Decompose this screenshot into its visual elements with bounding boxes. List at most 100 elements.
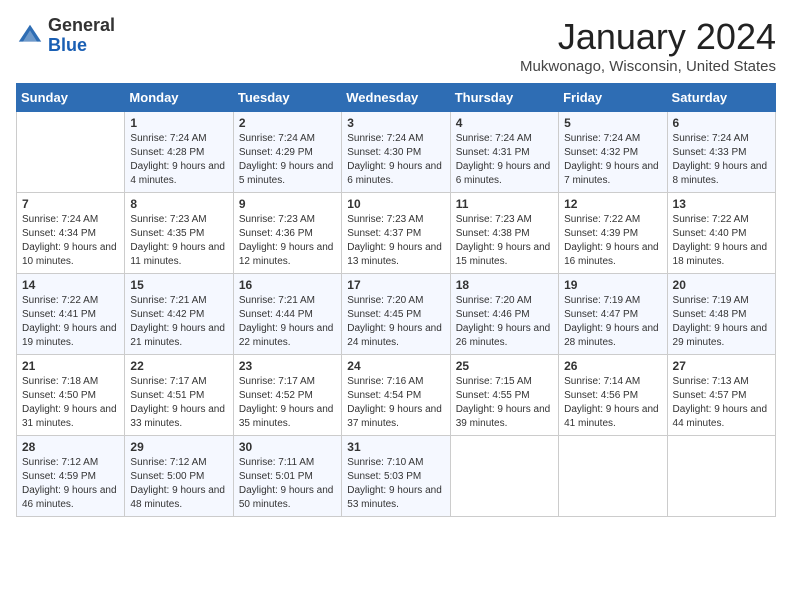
calendar-cell: 21Sunrise: 7:18 AMSunset: 4:50 PMDayligh… — [17, 355, 125, 436]
day-number: 31 — [347, 440, 444, 454]
day-info: Sunrise: 7:16 AMSunset: 4:54 PMDaylight:… — [347, 375, 444, 431]
week-row-5: 28 Sunrise: 7:12 AMSunset: 4:59 PMDayligh… — [17, 436, 776, 517]
day-info: Sunrise: 7:12 AMSunset: 5:00 PMDaylight:… — [130, 456, 227, 512]
day-header-wednesday: Wednesday — [342, 84, 450, 112]
logo-text: General Blue — [48, 16, 115, 56]
day-number: 7 — [22, 197, 119, 211]
day-info: Sunrise: 7:11 AMSunset: 5:01 PMDaylight:… — [239, 456, 336, 512]
day-number: 6 — [673, 116, 770, 130]
day-info: Sunrise: 7:18 AMSunset: 4:50 PMDaylight:… — [22, 375, 119, 431]
month-year-title: January 2024 — [520, 16, 776, 58]
day-info: Sunrise: 7:12 AMSunset: 4:59 PMDaylight:… — [22, 456, 119, 512]
week-row-1: 1 Sunrise: 7:24 AMSunset: 4:28 PMDaylight… — [17, 112, 776, 193]
day-number: 14 — [22, 278, 119, 292]
calendar-cell: 23Sunrise: 7:17 AMSunset: 4:52 PMDayligh… — [233, 355, 341, 436]
day-info: Sunrise: 7:24 AMSunset: 4:32 PMDaylight:… — [564, 132, 661, 188]
calendar-cell: 20Sunrise: 7:19 AMSunset: 4:48 PMDayligh… — [667, 274, 775, 355]
day-number: 23 — [239, 359, 336, 373]
calendar-cell: 4 Sunrise: 7:24 AMSunset: 4:31 PMDaylight… — [450, 112, 558, 193]
calendar-cell: 25 Sunrise: 7:15 AMSunset: 4:55 PMDayligh… — [450, 355, 558, 436]
day-info: Sunrise: 7:10 AMSunset: 5:03 PMDaylight:… — [347, 456, 444, 512]
day-info: Sunrise: 7:24 AMSunset: 4:28 PMDaylight:… — [130, 132, 227, 188]
location-subtitle: Mukwonago, Wisconsin, United States — [520, 58, 776, 75]
logo-general: General — [48, 16, 115, 36]
day-info: Sunrise: 7:23 AMSunset: 4:38 PMDaylight:… — [456, 213, 553, 269]
day-number: 22 — [130, 359, 227, 373]
calendar-cell: 27 Sunrise: 7:13 AMSunset: 4:57 PMDayligh… — [667, 355, 775, 436]
calendar-cell: 6 Sunrise: 7:24 AMSunset: 4:33 PMDaylight… — [667, 112, 775, 193]
logo-icon — [16, 22, 44, 50]
day-number: 9 — [239, 197, 336, 211]
day-number: 26 — [564, 359, 661, 373]
logo: General Blue — [16, 16, 115, 56]
calendar-cell: 2 Sunrise: 7:24 AMSunset: 4:29 PMDaylight… — [233, 112, 341, 193]
calendar-header: SundayMondayTuesdayWednesdayThursdayFrid… — [17, 84, 776, 112]
day-number: 30 — [239, 440, 336, 454]
calendar-body: 1 Sunrise: 7:24 AMSunset: 4:28 PMDaylight… — [17, 112, 776, 517]
day-number: 13 — [673, 197, 770, 211]
calendar-cell: 12Sunrise: 7:22 AMSunset: 4:39 PMDayligh… — [559, 193, 667, 274]
calendar-table: SundayMondayTuesdayWednesdayThursdayFrid… — [16, 83, 776, 517]
week-row-4: 21Sunrise: 7:18 AMSunset: 4:50 PMDayligh… — [17, 355, 776, 436]
day-info: Sunrise: 7:24 AMSunset: 4:33 PMDaylight:… — [673, 132, 770, 188]
day-info: Sunrise: 7:23 AMSunset: 4:37 PMDaylight:… — [347, 213, 444, 269]
day-number: 3 — [347, 116, 444, 130]
day-header-tuesday: Tuesday — [233, 84, 341, 112]
day-info: Sunrise: 7:23 AMSunset: 4:36 PMDaylight:… — [239, 213, 336, 269]
calendar-cell: 5Sunrise: 7:24 AMSunset: 4:32 PMDaylight… — [559, 112, 667, 193]
calendar-cell: 30 Sunrise: 7:11 AMSunset: 5:01 PMDayligh… — [233, 436, 341, 517]
calendar-cell: 14 Sunrise: 7:22 AMSunset: 4:41 PMDayligh… — [17, 274, 125, 355]
day-info: Sunrise: 7:24 AMSunset: 4:30 PMDaylight:… — [347, 132, 444, 188]
day-number: 2 — [239, 116, 336, 130]
day-number: 4 — [456, 116, 553, 130]
calendar-cell: 28 Sunrise: 7:12 AMSunset: 4:59 PMDayligh… — [17, 436, 125, 517]
day-number: 10 — [347, 197, 444, 211]
calendar-cell: 26 Sunrise: 7:14 AMSunset: 4:56 PMDayligh… — [559, 355, 667, 436]
day-number: 15 — [130, 278, 227, 292]
calendar-cell: 19Sunrise: 7:19 AMSunset: 4:47 PMDayligh… — [559, 274, 667, 355]
day-info: Sunrise: 7:20 AMSunset: 4:45 PMDaylight:… — [347, 294, 444, 350]
day-info: Sunrise: 7:22 AMSunset: 4:41 PMDaylight:… — [22, 294, 119, 350]
day-info: Sunrise: 7:24 AMSunset: 4:31 PMDaylight:… — [456, 132, 553, 188]
day-number: 28 — [22, 440, 119, 454]
calendar-cell: 29 Sunrise: 7:12 AMSunset: 5:00 PMDayligh… — [125, 436, 233, 517]
week-row-2: 7Sunrise: 7:24 AMSunset: 4:34 PMDaylight… — [17, 193, 776, 274]
day-info: Sunrise: 7:24 AMSunset: 4:29 PMDaylight:… — [239, 132, 336, 188]
calendar-cell: 31 Sunrise: 7:10 AMSunset: 5:03 PMDayligh… — [342, 436, 450, 517]
day-number: 16 — [239, 278, 336, 292]
day-info: Sunrise: 7:15 AMSunset: 4:55 PMDaylight:… — [456, 375, 553, 431]
calendar-cell: 17Sunrise: 7:20 AMSunset: 4:45 PMDayligh… — [342, 274, 450, 355]
calendar-cell — [17, 112, 125, 193]
calendar-cell: 22Sunrise: 7:17 AMSunset: 4:51 PMDayligh… — [125, 355, 233, 436]
day-number: 24 — [347, 359, 444, 373]
page-header: General Blue January 2024 Mukwonago, Wis… — [16, 16, 776, 75]
day-number: 8 — [130, 197, 227, 211]
day-header-thursday: Thursday — [450, 84, 558, 112]
day-number: 25 — [456, 359, 553, 373]
day-info: Sunrise: 7:21 AMSunset: 4:42 PMDaylight:… — [130, 294, 227, 350]
day-info: Sunrise: 7:14 AMSunset: 4:56 PMDaylight:… — [564, 375, 661, 431]
week-row-3: 14 Sunrise: 7:22 AMSunset: 4:41 PMDayligh… — [17, 274, 776, 355]
calendar-cell: 3 Sunrise: 7:24 AMSunset: 4:30 PMDaylight… — [342, 112, 450, 193]
logo-blue: Blue — [48, 36, 115, 56]
calendar-cell: 10 Sunrise: 7:23 AMSunset: 4:37 PMDayligh… — [342, 193, 450, 274]
day-number: 27 — [673, 359, 770, 373]
title-block: January 2024 Mukwonago, Wisconsin, Unite… — [520, 16, 776, 75]
day-header-monday: Monday — [125, 84, 233, 112]
day-number: 11 — [456, 197, 553, 211]
calendar-cell: 8Sunrise: 7:23 AMSunset: 4:35 PMDaylight… — [125, 193, 233, 274]
day-header-friday: Friday — [559, 84, 667, 112]
calendar-cell — [450, 436, 558, 517]
day-info: Sunrise: 7:19 AMSunset: 4:47 PMDaylight:… — [564, 294, 661, 350]
calendar-cell: 1 Sunrise: 7:24 AMSunset: 4:28 PMDaylight… — [125, 112, 233, 193]
day-info: Sunrise: 7:22 AMSunset: 4:39 PMDaylight:… — [564, 213, 661, 269]
day-header-sunday: Sunday — [17, 84, 125, 112]
calendar-cell: 9 Sunrise: 7:23 AMSunset: 4:36 PMDaylight… — [233, 193, 341, 274]
day-number: 20 — [673, 278, 770, 292]
calendar-cell: 18Sunrise: 7:20 AMSunset: 4:46 PMDayligh… — [450, 274, 558, 355]
day-number: 18 — [456, 278, 553, 292]
day-info: Sunrise: 7:13 AMSunset: 4:57 PMDaylight:… — [673, 375, 770, 431]
day-number: 1 — [130, 116, 227, 130]
calendar-cell: 16Sunrise: 7:21 AMSunset: 4:44 PMDayligh… — [233, 274, 341, 355]
day-number: 29 — [130, 440, 227, 454]
